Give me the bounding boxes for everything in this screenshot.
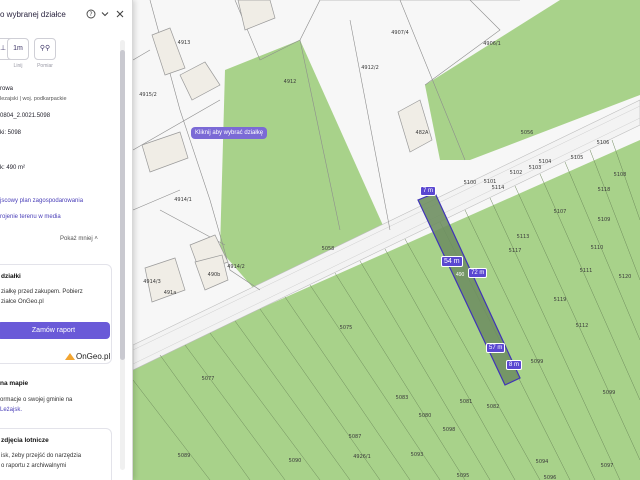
plot-number-label: 5114 [491,185,505,191]
measure-length-button[interactable]: 1m [7,38,29,60]
map-section-title: na mapie [0,380,29,387]
measure-label-top: 7 m [420,186,437,196]
report-card: działki ziałkę przed zakupem. Pobierz zi… [0,264,112,364]
tool-row: ⊥ 1m Linij ⚲⚲ Pomiar [0,38,120,70]
panel-title: o wybranej działce [0,10,66,19]
plot-number-label: 5090 [288,458,302,464]
measure-label-right: 72 m [468,268,488,278]
measure-label-bottom: 8 m [506,360,523,370]
zoning-plan-link[interactable]: jscowy plan zagospodarowania [0,198,83,204]
report-card-text: ziałkę przed zakupem. Pobierz [1,289,83,295]
plot-number-label: 5075 [339,325,353,331]
plot-number-label: 5102 [509,170,523,176]
plot-number-label: 5099 [602,390,616,396]
plot-number-label: 5099 [530,359,544,365]
measure-area-caption: Pomiar [37,63,53,69]
plot-number-label: 5089 [177,453,191,459]
chevron-up-icon: ˄ [94,236,98,242]
parcel-id: 0804_2.0021.5098 [0,113,51,119]
ruler-icon: ⊥ [0,45,7,52]
plot-number-label: 5118 [597,187,611,193]
measure-length-icon: 1m [13,45,23,52]
measure-label-left: 54 m [441,256,463,267]
plot-number-label: 5113 [516,234,530,240]
plot-number-label: 5117 [508,248,522,254]
plot-number-label: 5110 [590,245,604,251]
plot-number-label: 5119 [553,297,567,303]
plot-number-label: 5109 [597,217,611,223]
report-card-title: działki [1,273,21,280]
ongeo-logo: OnGeo.pl [65,352,110,361]
plot-number-label: 5097 [600,463,614,469]
plot-number-label: 5094 [535,459,549,465]
plot-number-label: 5104 [538,159,552,165]
plot-number-label: 5120 [618,274,632,280]
aerial-card-title: zdjęcia lotnicze [1,437,49,444]
plot-number-label: 482A [415,130,429,136]
plot-number-label: 490b [207,272,221,278]
ongeo-brand: OnGeo.pl [76,352,111,361]
order-report-button[interactable]: Zamów raport [0,322,110,339]
plot-number-label: 4914/1 [174,197,192,203]
aerial-photos-card: zdjęcia lotnicze isk, żeby przejść do na… [0,428,112,480]
plot-number-label: 5100 [463,180,477,186]
plot-number-label: 5098 [442,427,456,433]
plot-number-label: 5083 [395,395,409,401]
panel-header: o wybranej działce ? [0,6,132,24]
plot-number-label: 5108 [613,172,627,178]
plot-number-label: 4912 [283,79,297,85]
measure-label-lower: 57 m [486,343,506,353]
measure-area-button[interactable]: ⚲⚲ [34,38,56,60]
municipality-link[interactable]: Leżajsk. [0,407,22,413]
map-tooltip: Kliknij aby wybrać działkę [191,127,268,139]
plot-number-label: 5107 [553,209,567,215]
plot-number-label: 4914/3 [143,279,161,285]
aerial-card-text: o raportu z archiwalnymi [1,463,67,469]
parcel-location: rowa [0,86,14,92]
svg-text:?: ? [89,11,92,18]
plot-number-label: 5095 [456,473,470,479]
plot-number-label: 5112 [575,323,589,329]
media-link[interactable]: rojenie terenu w media [0,214,61,220]
ongeo-mark-icon [65,353,75,360]
plot-number-label: 5080 [418,413,432,419]
close-icon[interactable] [115,9,125,19]
panel-scroll-thumb[interactable] [120,50,125,360]
plot-number-label: 5105 [570,155,584,161]
plot-number-label: 5096 [543,475,557,480]
measure-area-icon: ⚲⚲ [39,45,51,52]
plot-number-label: 4907/4 [391,30,409,36]
parcel-region: lezajski | woj. podkarpackie [0,96,67,102]
parcel-info-panel: o wybranej działce ? ⊥ 1m Linij ⚲⚲ Pomia… [0,0,133,480]
show-less-label: Pokaż mniej [60,236,93,242]
report-card-text: ziałce OnGeo.pl [1,299,44,305]
panel-scrollbar[interactable] [120,40,125,470]
map-section-text: ormacje o swojej gminie na [0,397,73,403]
plot-number-label: 5058 [321,246,335,252]
plot-number-label: 5082 [486,404,500,410]
plot-number-label: 5081 [459,399,473,405]
plot-number-label: 4915/2 [139,92,157,98]
measure-length-caption: Linij [13,63,23,69]
aerial-card-text: isk, żeby przejść do narzędzia [1,453,82,459]
plot-number-label: 5106 [596,140,610,146]
plot-number-label: 4914/2 [227,264,245,270]
plot-number-label: 4912/2 [361,65,379,71]
help-icon[interactable]: ? [86,9,96,19]
selected-plot-number: 490 [456,272,465,278]
show-less-toggle[interactable]: Pokaż mniej ˄ [60,236,98,242]
plot-number-label: 4913 [177,40,191,46]
plot-number-label: 5111 [579,268,593,274]
plot-number-label: 5056 [520,130,534,136]
plot-number-label: 5077 [201,376,215,382]
plot-number-label: 5093 [410,452,424,458]
chevron-down-icon[interactable] [100,9,110,19]
plot-number-label: 5087 [348,434,362,440]
plot-number-label: 5103 [528,165,542,171]
parcel-number: ki: 5098 [0,130,22,136]
plot-number-label: 4926/1 [353,454,371,460]
plot-number-label: 4906/1 [483,41,501,47]
plot-number-label: 491a [163,290,177,296]
parcel-area: k: 490 m² [0,165,26,171]
